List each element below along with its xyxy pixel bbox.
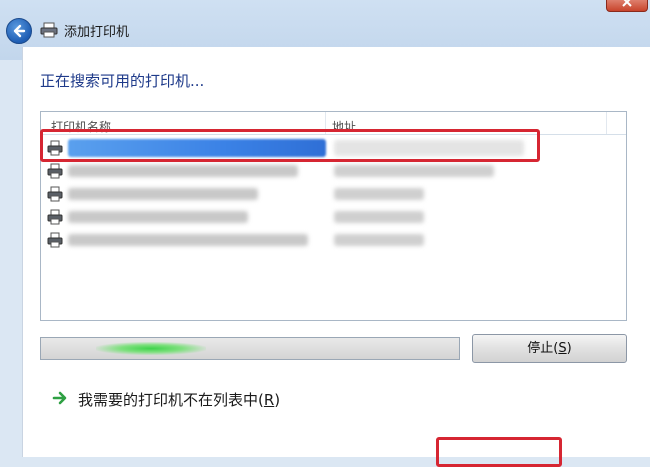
printer-name-redacted — [68, 165, 298, 177]
highlight-annotation-box — [40, 129, 540, 162]
printer-row[interactable] — [42, 183, 625, 205]
not-listed-mnemonic: R — [263, 391, 275, 409]
window-title: 添加打印机 — [64, 25, 130, 40]
close-button[interactable] — [606, 0, 648, 12]
printer-name-redacted — [68, 188, 258, 200]
printer-address-redacted — [334, 234, 424, 246]
highlight-annotation-box — [436, 437, 562, 467]
back-button[interactable] — [6, 18, 32, 44]
stop-button-suffix: ) — [566, 341, 572, 356]
not-listed-link-text[interactable]: 我需要的打印机不在列表中(R) — [78, 389, 280, 410]
printer-row[interactable] — [42, 160, 625, 182]
not-listed-suffix: ) — [274, 391, 281, 409]
printer-name-redacted — [68, 211, 248, 223]
printer-name-redacted — [68, 234, 308, 246]
back-arrow-icon — [13, 24, 26, 38]
printer-address-redacted — [334, 165, 494, 177]
printer-icon — [47, 186, 63, 202]
printer-address-redacted — [334, 188, 424, 200]
page-heading: 正在搜索可用的打印机... — [40, 72, 205, 90]
not-listed-label: 我需要的打印机不在列表中( — [78, 391, 264, 409]
printer-icon — [47, 209, 63, 225]
printer-address-redacted — [334, 211, 424, 223]
printer-icon — [40, 22, 58, 38]
progress-indicator — [96, 342, 206, 355]
stop-button-mnemonic: S — [558, 341, 567, 356]
stop-button[interactable]: 停止(S) — [472, 334, 627, 363]
green-arrow-icon — [52, 391, 67, 405]
close-icon — [622, 0, 632, 7]
printer-icon — [47, 163, 63, 179]
search-progress-bar — [40, 337, 460, 360]
printer-row[interactable] — [42, 229, 625, 251]
printer-icon — [47, 232, 63, 248]
printer-row[interactable] — [42, 206, 625, 228]
column-divider[interactable] — [606, 112, 607, 134]
stop-button-label: 停止( — [527, 341, 559, 356]
